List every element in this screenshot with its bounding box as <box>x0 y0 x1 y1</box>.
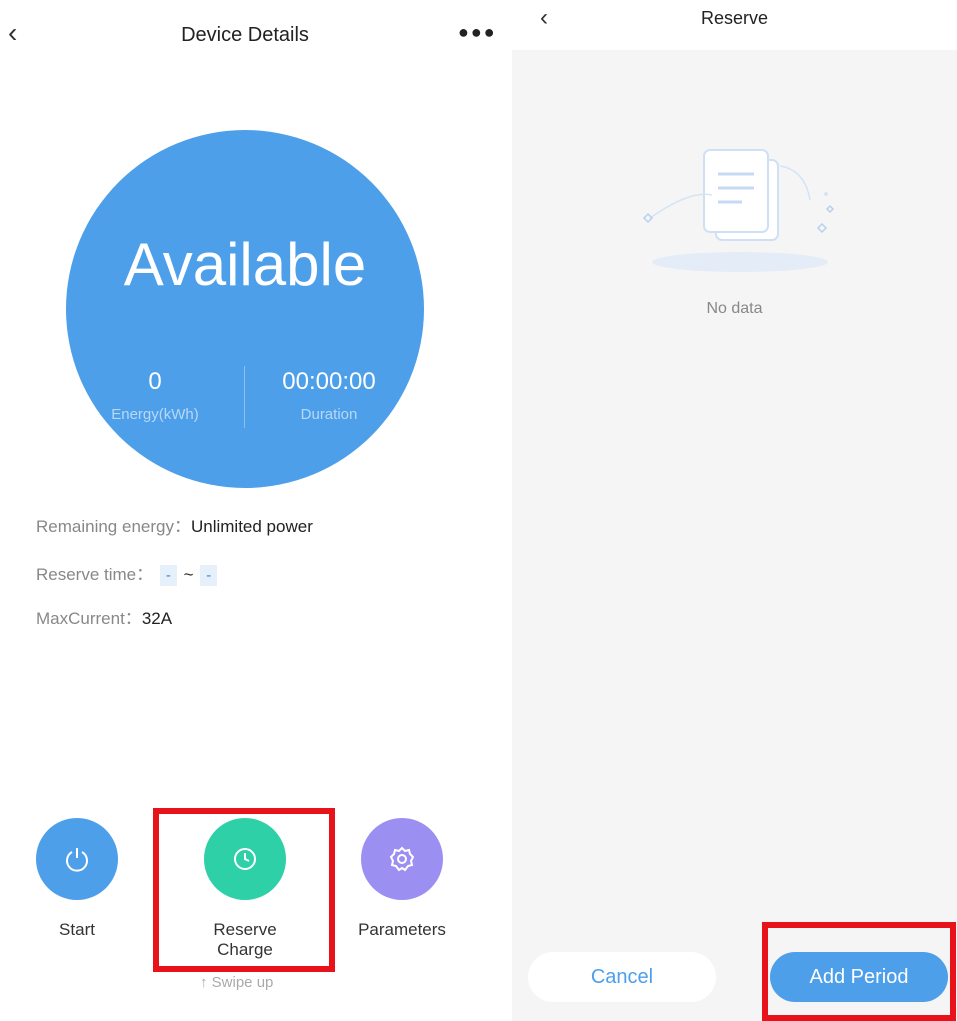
swipe-up-hint: ↑ Swipe up <box>200 974 274 991</box>
duration-value: 00:00:00 <box>282 368 376 395</box>
reserve-screen: ‹ Reserve No data Cancel Add Period <box>512 0 957 1021</box>
start-button[interactable]: Start <box>17 818 137 940</box>
more-icon[interactable]: ●●● <box>458 22 497 43</box>
parameters-button[interactable]: Parameters <box>342 818 462 940</box>
reserve-end: - <box>200 565 218 586</box>
duration-label: Duration <box>300 406 358 423</box>
empty-text: No data <box>706 300 763 317</box>
max-current-row: MaxCurrent：32A <box>36 604 172 629</box>
remaining-energy-value: Unlimited power <box>190 517 313 536</box>
energy-label: Energy(kWh) <box>111 406 199 423</box>
power-icon[interactable] <box>36 818 118 900</box>
reserve-time-row: Reserve time： - ~ - <box>36 560 219 586</box>
max-current-label: MaxCurrent： <box>36 609 142 628</box>
max-current-value: 32A <box>141 609 173 628</box>
reserve-time-label: Reserve time： <box>36 565 154 584</box>
gear-icon[interactable] <box>361 818 443 900</box>
remaining-energy-label: Remaining energy： <box>36 517 191 536</box>
parameters-label: Parameters <box>358 920 446 939</box>
remaining-energy-row: Remaining energy：Unlimited power <box>36 512 313 537</box>
page-title: Reserve <box>700 8 769 28</box>
status-circle: Available 0 Energy(kWh) 00:00:00 Duratio… <box>66 130 424 488</box>
energy-value: 0 <box>148 368 162 395</box>
page-title: Device Details <box>181 24 309 46</box>
empty-state-illustration <box>630 140 840 285</box>
reserve-separator: ~ <box>183 565 194 584</box>
highlight-reserve-charge <box>153 808 335 972</box>
reserve-header: ‹ Reserve <box>512 0 957 50</box>
start-label: Start <box>59 920 95 939</box>
reserve-start: - <box>159 565 177 586</box>
cancel-button[interactable]: Cancel <box>528 952 716 1002</box>
highlight-add-period <box>762 922 956 1021</box>
status-text: Available <box>123 231 367 298</box>
